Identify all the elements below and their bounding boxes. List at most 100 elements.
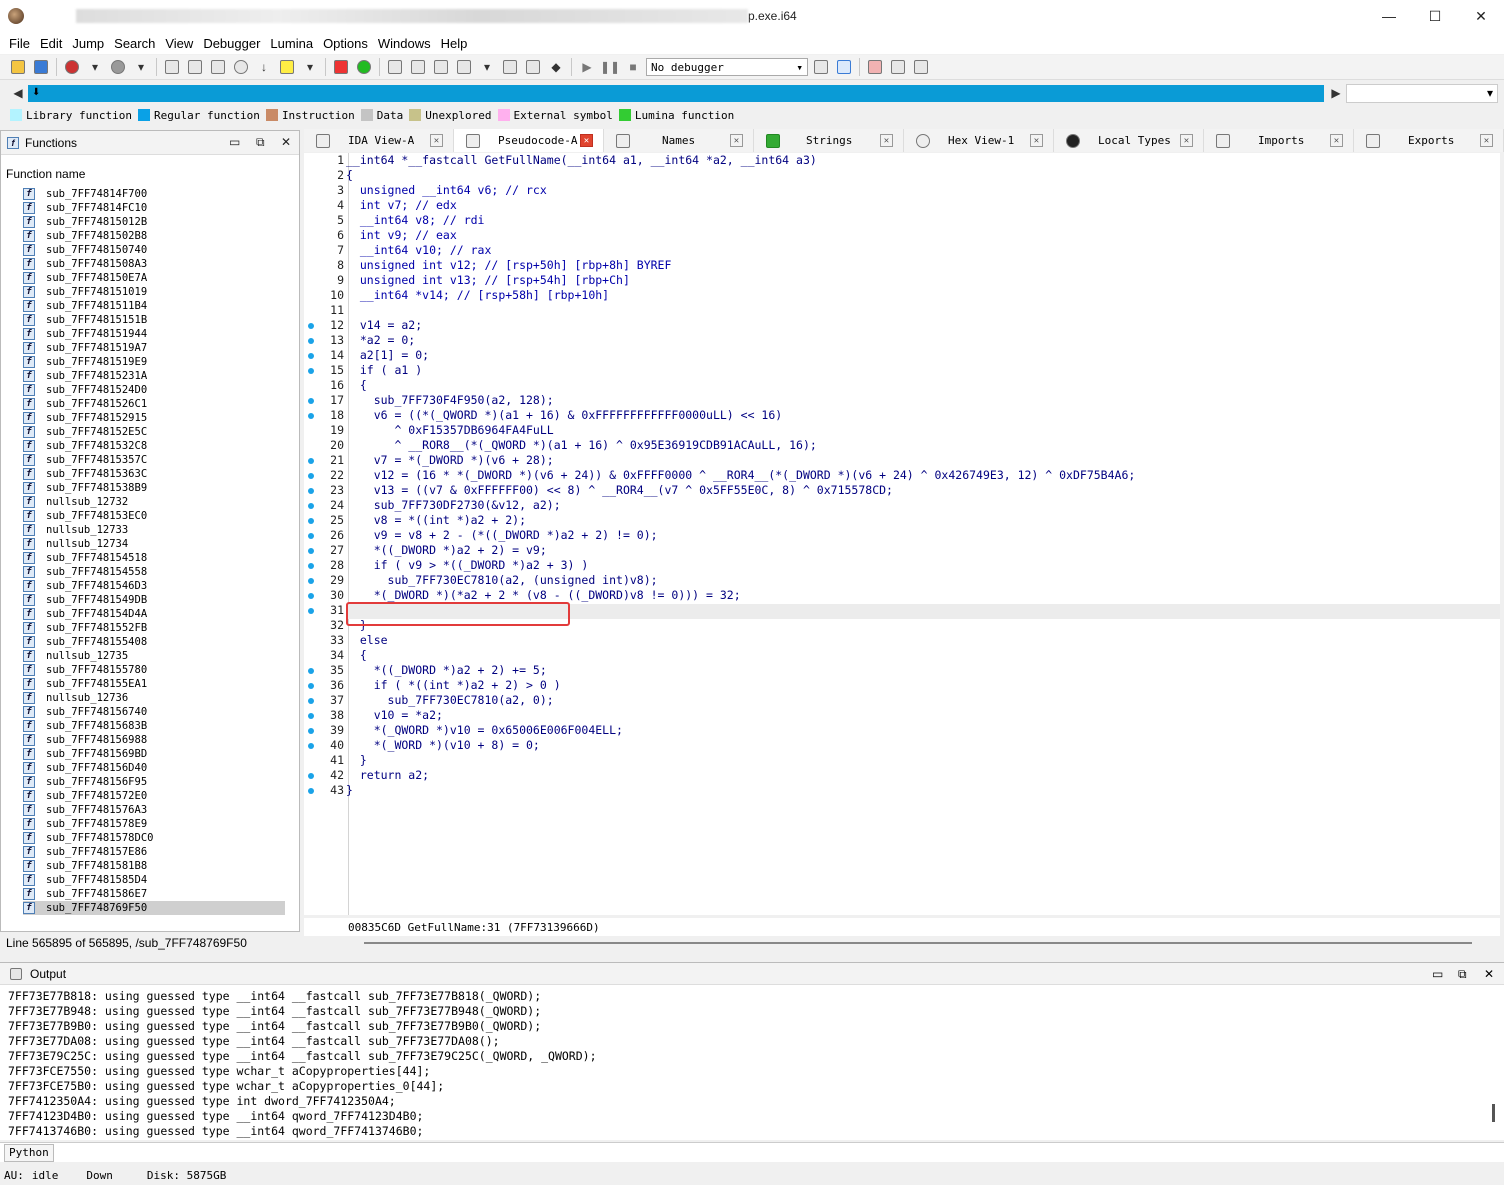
nav-right-arrow-icon[interactable]: ▶ <box>1326 83 1346 103</box>
function-list-item[interactable]: f nullsub_12732 <box>23 495 285 509</box>
code-line[interactable]: else <box>346 633 1135 648</box>
code-line[interactable]: a2[1] = 0; <box>346 348 1135 363</box>
function-list-item[interactable]: f sub_7FF7481502B8 <box>23 229 285 243</box>
function-list-item[interactable]: f sub_7FF7481572E0 <box>23 789 285 803</box>
function-list-item[interactable]: f sub_7FF74815357C <box>23 453 285 467</box>
close-icon[interactable]: ✕ <box>880 134 893 147</box>
code-line[interactable]: } <box>346 783 1135 798</box>
forward-arrow-icon[interactable] <box>108 57 128 77</box>
breakpoint-dot-icon[interactable] <box>308 458 314 464</box>
maximize-pane-icon[interactable]: ▭ <box>229 135 240 149</box>
breakpoint-dot-icon[interactable] <box>308 728 314 734</box>
code-line[interactable]: *(_QWORD *)v10 = 0x65006E006F004ELL; <box>346 723 1135 738</box>
code-line[interactable]: int v7; // edx <box>346 198 1135 213</box>
code-line[interactable]: } <box>346 753 1135 768</box>
tab-strings[interactable]: Strings ✕ <box>754 129 904 152</box>
output-log[interactable]: 7FF73E77B818: using guessed type __int64… <box>0 985 1504 1139</box>
code-line[interactable]: { <box>346 648 1135 663</box>
code-line[interactable]: v7 = *(_DWORD *)(v6 + 28); <box>346 453 1135 468</box>
code-line[interactable]: unsigned int v13; // [rsp+54h] [rbp+Ch] <box>346 273 1135 288</box>
breakpoint-dot-icon[interactable] <box>308 668 314 674</box>
code-line[interactable]: { <box>346 378 1135 393</box>
menu-search[interactable]: Search <box>109 36 160 51</box>
tab-hex-view-1[interactable]: Hex View-1 ✕ <box>904 129 1054 152</box>
menu-windows[interactable]: Windows <box>373 36 436 51</box>
code-line[interactable]: v6 = ((*(_QWORD *)(a1 + 16) & 0xFFFFFFFF… <box>346 408 1135 423</box>
code-line[interactable]: int v9; // eax <box>346 228 1135 243</box>
struct-icon[interactable] <box>431 57 451 77</box>
green-circle-icon[interactable] <box>354 57 374 77</box>
tab-exports[interactable]: Exports ✕ <box>1354 129 1504 152</box>
function-list-item[interactable]: f sub_7FF748154558 <box>23 565 285 579</box>
breakpoint-dot-icon[interactable] <box>308 683 314 689</box>
code-line[interactable]: *(_WORD *)(v10 + 8) = 0; <box>346 738 1135 753</box>
function-list-item[interactable]: f nullsub_12734 <box>23 537 285 551</box>
function-list-item[interactable]: f sub_7FF748155EA1 <box>23 677 285 691</box>
debug-options-icon[interactable] <box>811 57 831 77</box>
text-view-icon[interactable] <box>185 57 205 77</box>
function-list-item[interactable]: f nullsub_12733 <box>23 523 285 537</box>
function-list-item[interactable]: f sub_7FF748153EC0 <box>23 509 285 523</box>
function-list-item[interactable]: f sub_7FF7481532C8 <box>23 439 285 453</box>
breakpoint-toggle-icon[interactable] <box>888 57 908 77</box>
code-line[interactable]: *((_DWORD *)a2 + 2) = v9; <box>346 543 1135 558</box>
breakpoint-dot-icon[interactable] <box>308 578 314 584</box>
code-line[interactable]: __int64 v10; // rax <box>346 243 1135 258</box>
code-line[interactable]: __int64 v8; // rdi <box>346 213 1135 228</box>
navband-dropdown[interactable]: ▾ <box>1346 84 1498 103</box>
close-icon[interactable]: ✕ <box>430 134 443 147</box>
close-icon[interactable]: ✕ <box>1180 134 1193 147</box>
code-line[interactable]: *a2 = 0; <box>346 333 1135 348</box>
breakpoint-dot-icon[interactable] <box>308 698 314 704</box>
proximity-view-icon[interactable] <box>208 57 228 77</box>
function-list-item[interactable]: f sub_7FF748151019 <box>23 285 285 299</box>
search-binary-icon[interactable] <box>231 57 251 77</box>
code-line[interactable]: if ( *((int *)a2 + 2) > 0 ) <box>346 678 1135 693</box>
code-line[interactable]: __int64 *v14; // [rsp+58h] [rbp+10h] <box>346 288 1135 303</box>
tab-pseudocode-a[interactable]: Pseudocode-A ✕ <box>454 129 604 152</box>
code-line[interactable] <box>346 303 1135 318</box>
code-line[interactable]: sub_7FF730EC7810(a2, (unsigned int)v8); <box>346 573 1135 588</box>
function-list-item[interactable]: f sub_7FF7481508A3 <box>23 257 285 271</box>
breakpoint-dot-icon[interactable] <box>308 593 314 599</box>
breakpoint-dot-icon[interactable] <box>308 743 314 749</box>
function-list-item[interactable]: f sub_7FF7481586E7 <box>23 887 285 901</box>
graph-view-icon[interactable] <box>162 57 182 77</box>
menu-file[interactable]: File <box>4 36 35 51</box>
output-scrollbar[interactable] <box>1492 1104 1495 1122</box>
function-list-item[interactable]: f sub_7FF748151944 <box>23 327 285 341</box>
code-line[interactable]: v12 = (16 * *(_DWORD *)(v6 + 24)) & 0xFF… <box>346 468 1136 483</box>
paste-icon[interactable] <box>408 57 428 77</box>
function-list-item[interactable]: f sub_7FF748155408 <box>23 635 285 649</box>
function-list-item[interactable]: f sub_7FF748769F50 <box>23 901 285 915</box>
breakpoint-dot-icon[interactable] <box>308 413 314 419</box>
function-list-item[interactable]: f sub_7FF74815012B <box>23 215 285 229</box>
function-list-item[interactable]: f sub_7FF7481569BD <box>23 747 285 761</box>
play-icon[interactable]: ▶ <box>577 57 597 77</box>
debugger-select[interactable]: No debugger ▾ <box>646 58 808 76</box>
text-color-icon[interactable] <box>277 57 297 77</box>
close-pane-icon[interactable]: ✕ <box>281 135 291 149</box>
function-list-item[interactable]: f sub_7FF7481546D3 <box>23 579 285 593</box>
function-list-item[interactable]: f sub_7FF748156740 <box>23 705 285 719</box>
save-icon[interactable] <box>31 57 51 77</box>
function-list-item[interactable]: f sub_7FF74815363C <box>23 467 285 481</box>
function-list-item[interactable]: f sub_7FF74815683B <box>23 719 285 733</box>
breakpoint-dot-icon[interactable] <box>308 368 314 374</box>
function-list-item[interactable]: f sub_7FF7481519E9 <box>23 355 285 369</box>
breakpoint-dot-icon[interactable] <box>308 353 314 359</box>
function-list-item[interactable]: f sub_7FF7481526C1 <box>23 397 285 411</box>
patch-icon[interactable] <box>523 57 543 77</box>
functions-list[interactable]: f sub_7FF74814F700 f sub_7FF74814FC10 f sub_7… <box>23 187 285 915</box>
close-icon[interactable]: ✕ <box>1330 134 1343 147</box>
function-list-item[interactable]: f sub_7FF7481511B4 <box>23 299 285 313</box>
function-list-item[interactable]: f sub_7FF74815151B <box>23 313 285 327</box>
function-list-item[interactable]: f sub_7FF748152E5C <box>23 425 285 439</box>
stop-square-icon[interactable] <box>500 57 520 77</box>
close-icon[interactable]: ✕ <box>1030 134 1043 147</box>
breakpoint-dot-icon[interactable] <box>308 323 314 329</box>
code-line[interactable]: sub_7FF730EC7810(a2, 0); <box>346 693 1135 708</box>
function-list-item[interactable]: f sub_7FF7481578E9 <box>23 817 285 831</box>
function-list-item[interactable]: f sub_7FF74815231A <box>23 369 285 383</box>
float-pane-icon[interactable]: ⧉ <box>1458 967 1467 982</box>
